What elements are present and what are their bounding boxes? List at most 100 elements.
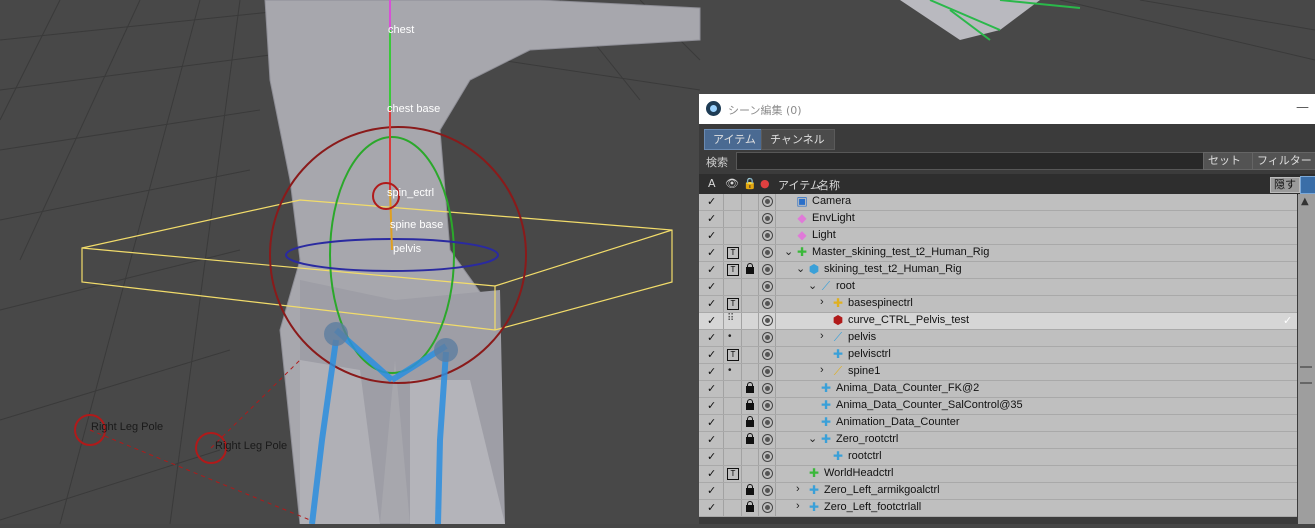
hide-button[interactable]: 隠す xyxy=(1270,177,1300,193)
active-cell[interactable]: ✓ xyxy=(699,245,724,261)
render-cell[interactable] xyxy=(759,432,776,448)
lock-cell[interactable] xyxy=(742,330,759,346)
list-item[interactable]: ✓ ✚ Animation_Data_Counter xyxy=(699,415,1297,432)
render-cell[interactable] xyxy=(759,381,776,397)
eye-cell[interactable] xyxy=(724,211,742,227)
active-cell[interactable]: ✓ xyxy=(699,500,724,516)
expand-icon[interactable]: › xyxy=(796,500,800,512)
list-item[interactable]: ✓ ◆ EnvLight xyxy=(699,211,1297,228)
list-item[interactable]: ✓ ⌄ ✚ Zero_rootctrl xyxy=(699,432,1297,449)
column-a[interactable]: A xyxy=(708,177,716,190)
tab-items[interactable]: アイテム xyxy=(704,129,765,150)
lock-cell[interactable] xyxy=(742,483,759,499)
eye-cell[interactable] xyxy=(724,381,742,397)
lock-cell[interactable] xyxy=(742,381,759,397)
render-cell[interactable] xyxy=(759,194,776,210)
list-item[interactable]: ✓ ▣ Camera xyxy=(699,194,1297,211)
render-cell[interactable] xyxy=(759,313,776,329)
lock-cell[interactable] xyxy=(742,364,759,380)
eye-cell[interactable] xyxy=(724,415,742,431)
active-cell[interactable]: ✓ xyxy=(699,432,724,448)
active-cell[interactable]: ✓ xyxy=(699,364,724,380)
active-cell[interactable]: ✓ xyxy=(699,313,724,329)
eye-cell[interactable]: • xyxy=(724,364,742,380)
lock-cell[interactable] xyxy=(742,347,759,363)
eye-cell[interactable]: ⠿ xyxy=(724,313,742,329)
render-cell[interactable] xyxy=(759,347,776,363)
lock-cell[interactable] xyxy=(742,466,759,482)
active-cell[interactable]: ✓ xyxy=(699,211,724,227)
set-dropdown[interactable]: セット ▾ xyxy=(1203,152,1255,183)
column-lock-icon[interactable]: 🔒 xyxy=(743,177,757,190)
column-item[interactable]: アイテム xyxy=(778,177,821,193)
active-cell[interactable]: ✓ xyxy=(699,466,724,482)
search-input[interactable] xyxy=(736,152,1207,170)
render-cell[interactable] xyxy=(759,449,776,465)
render-cell[interactable] xyxy=(759,211,776,227)
lock-cell[interactable] xyxy=(742,194,759,210)
eye-cell[interactable]: T xyxy=(724,262,742,278)
render-cell[interactable] xyxy=(759,398,776,414)
lock-cell[interactable] xyxy=(742,313,759,329)
lock-cell[interactable] xyxy=(742,296,759,312)
lock-cell[interactable] xyxy=(742,279,759,295)
expand-icon[interactable]: ⌄ xyxy=(784,245,793,258)
expand-icon[interactable]: › xyxy=(820,330,824,342)
active-cell[interactable]: ✓ xyxy=(699,279,724,295)
eye-cell[interactable]: T xyxy=(724,296,742,312)
lock-cell[interactable] xyxy=(742,449,759,465)
active-cell[interactable]: ✓ xyxy=(699,449,724,465)
list-item[interactable]: ✓ ⌄ ⟋ root xyxy=(699,279,1297,296)
minimize-button[interactable]: — xyxy=(1296,100,1309,115)
eye-cell[interactable]: T xyxy=(724,347,742,363)
column-visibility-eye-icon[interactable]: 👁 xyxy=(725,177,739,190)
list-item[interactable]: ✓ ⠿ ⬢ curve_CTRL_Pelvis_test ✓ xyxy=(699,313,1297,330)
render-cell[interactable] xyxy=(759,500,776,516)
eye-cell[interactable]: T xyxy=(724,245,742,261)
list-item[interactable]: ✓ › ✚ Zero_Left_footctrlall xyxy=(699,500,1297,517)
tab-channels[interactable]: チャンネル xyxy=(761,129,835,150)
list-item[interactable]: ✓ ✚ Anima_Data_Counter_SalControl@35 xyxy=(699,398,1297,415)
active-cell[interactable]: ✓ xyxy=(699,194,724,210)
active-cell[interactable]: ✓ xyxy=(699,330,724,346)
lock-cell[interactable] xyxy=(742,262,759,278)
list-item[interactable]: ✓ T ⌄ ✚ Master_skining_test_t2_Human_Rig xyxy=(699,245,1297,262)
active-cell[interactable]: ✓ xyxy=(699,296,724,312)
render-cell[interactable] xyxy=(759,245,776,261)
lock-cell[interactable] xyxy=(742,500,759,516)
active-cell[interactable]: ✓ xyxy=(699,483,724,499)
list-item[interactable]: ✓ T ✚ pelvisctrl xyxy=(699,347,1297,364)
list-item[interactable]: ✓ ✚ rootctrl xyxy=(699,449,1297,466)
list-item[interactable]: ✓ T ⌄ ⬢ skining_test_t2_Human_Rig xyxy=(699,262,1297,279)
eye-cell[interactable]: • xyxy=(724,330,742,346)
scroll-grip[interactable] xyxy=(1300,366,1312,384)
render-cell[interactable] xyxy=(759,279,776,295)
active-cell[interactable]: ✓ xyxy=(699,347,724,363)
eye-cell[interactable] xyxy=(724,398,742,414)
render-cell[interactable] xyxy=(759,483,776,499)
lock-cell[interactable] xyxy=(742,228,759,244)
list-scrollbar[interactable]: ▲ xyxy=(1298,194,1315,524)
list-item[interactable]: ✓ • › ⟋ pelvis xyxy=(699,330,1297,347)
eye-cell[interactable] xyxy=(724,432,742,448)
eye-cell[interactable] xyxy=(724,483,742,499)
active-cell[interactable]: ✓ xyxy=(699,381,724,397)
expand-icon[interactable]: › xyxy=(820,364,824,376)
active-cell[interactable]: ✓ xyxy=(699,228,724,244)
panel-titlebar[interactable]: シーン編集 (0) — xyxy=(699,94,1315,124)
filter-dropdown[interactable]: フィルター ▾ xyxy=(1252,152,1315,183)
lock-cell[interactable] xyxy=(742,211,759,227)
render-cell[interactable] xyxy=(759,415,776,431)
expand-icon[interactable]: ⌄ xyxy=(808,279,817,292)
render-cell[interactable] xyxy=(759,330,776,346)
lock-cell[interactable] xyxy=(742,415,759,431)
render-cell[interactable] xyxy=(759,466,776,482)
eye-cell[interactable] xyxy=(724,279,742,295)
active-cell[interactable]: ✓ xyxy=(699,262,724,278)
list-item[interactable]: ✓ ◆ Light xyxy=(699,228,1297,245)
lock-cell[interactable] xyxy=(742,432,759,448)
eye-cell[interactable]: T xyxy=(724,466,742,482)
eye-cell[interactable] xyxy=(724,449,742,465)
scroll-up-icon[interactable]: ▲ xyxy=(1301,196,1309,207)
lock-cell[interactable] xyxy=(742,245,759,261)
